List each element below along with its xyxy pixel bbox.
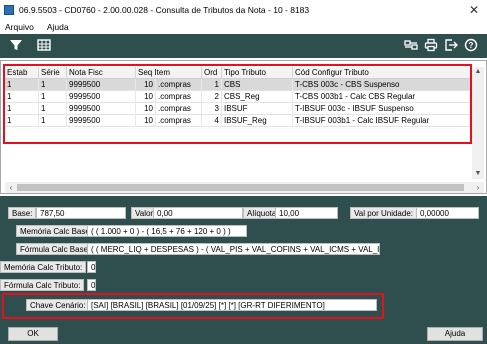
cell-ord: 1 [202,79,222,91]
col-tipo-tributo[interactable]: Tipo Tributo [222,67,293,79]
cell-serie: 1 [39,79,67,91]
cell-seq: 10 [136,115,156,127]
cell-serie: 1 [39,91,67,103]
table-icon[interactable] [36,38,52,54]
valor-unidade-field[interactable]: 0,00000 [416,207,479,219]
table-row[interactable]: 1 1 9999500 10 .compras 3 IBSUF T-IBSUF … [5,103,473,115]
cell-ord: 2 [202,91,222,103]
cell-estab: 1 [5,103,39,115]
cell-nota: 9999500 [67,115,136,127]
print-icon[interactable] [423,38,439,54]
cell-nota: 9999500 [67,103,136,115]
cell-cod: T-IBSUF 003b1 - Calc IBSUF Regular [293,115,473,127]
scroll-down-icon[interactable]: ▼ [472,169,484,179]
cell-nota: 9999500 [67,91,136,103]
cell-item: .compras [156,103,202,115]
cell-estab: 1 [5,115,39,127]
cell-serie: 1 [39,103,67,115]
menu-arquivo[interactable]: Arquivo [5,22,34,32]
aliquota-field[interactable]: 10,00 [275,207,338,219]
formula-base-field[interactable]: ( ( MERC_LIQ + DESPESAS ) - ( VAL_PIS + … [87,243,380,255]
horizontal-scrollbar[interactable]: ‹ › [5,182,484,193]
scroll-thumb[interactable] [17,184,464,191]
chave-cenario-field[interactable]: [SAI] [BRASIL] [BRASIL] [01/09/25] [*] [… [87,299,377,311]
formula-base-label: Fórmula Calc Base: [16,243,95,255]
ok-button[interactable]: OK [8,327,58,341]
cell-nota: 9999500 [67,79,136,91]
col-ord[interactable]: Ord [202,67,222,79]
cell-item: .compras [156,91,202,103]
table-row[interactable]: 1 1 9999500 10 .compras 1 CBS T-CBS 003c… [5,79,473,91]
title-bar: 06.9.5503 - CD0760 - 2.00.00.028 - Consu… [0,0,487,20]
base-label: Base: [8,207,37,219]
table-row[interactable]: 1 1 9999500 10 .compras 2 CBS_Reg T-CBS … [5,91,473,103]
cell-item: .compras [156,79,202,91]
cell-ord: 3 [202,103,222,115]
chave-cenario-label: Chave Cenário: [26,299,90,311]
cell-tipo: IBSUF [222,103,293,115]
cell-estab: 1 [5,79,39,91]
cell-item: .compras [156,115,202,127]
memoria-tributo-label: Memória Calc Tributo: [0,261,87,273]
grid-header: Estab Série Nota Fisc Seq Item Ord Tipo … [5,67,473,79]
col-serie[interactable]: Série [39,67,67,79]
table-row[interactable]: 1 1 9999500 10 .compras 4 IBSUF_Reg T-IB… [5,115,473,127]
memoria-base-field[interactable]: ( ( 1.000 + 0 ) - ( 16,5 + 76 + 120 + 0 … [87,225,247,237]
base-field[interactable]: 787,50 [36,207,126,219]
cell-seq: 10 [136,103,156,115]
exit-icon[interactable] [443,38,459,54]
scroll-up-icon[interactable]: ▲ [472,67,484,77]
tributos-grid: Estab Série Nota Fisc Seq Item Ord Tipo … [0,60,487,194]
formula-tributo-field[interactable]: 0 [87,279,96,291]
valor-field[interactable]: 0,00 [153,207,243,219]
menu-ajuda[interactable]: Ajuda [47,22,69,32]
ajuda-button[interactable]: Ajuda [427,327,483,341]
col-nota-fisc[interactable]: Nota Fisc [67,67,136,79]
cell-cod: T-IBSUF 003c - IBSUF Suspenso [293,103,473,115]
cell-ord: 4 [202,115,222,127]
settings-icon[interactable] [403,38,419,54]
cell-cod: T-CBS 003b1 - Calc CBS Regular [293,91,473,103]
cell-tipo: CBS [222,79,293,91]
col-estab[interactable]: Estab [5,67,39,79]
cell-serie: 1 [39,115,67,127]
help-icon[interactable]: ? [463,38,479,54]
memoria-tributo-field[interactable]: 0 [87,261,96,273]
valor-unidade-label: Val por Unidade: [350,207,417,219]
scroll-left-icon[interactable]: ‹ [5,182,17,193]
col-cod-configur[interactable]: Cód Configur Tributo [293,67,473,79]
close-icon[interactable]: ✕ [469,3,479,17]
menu-bar: Arquivo Ajuda [0,20,487,33]
app-icon [4,5,14,15]
cell-estab: 1 [5,91,39,103]
toolbar: ? [0,34,487,58]
filter-icon[interactable] [8,38,24,54]
vertical-scrollbar[interactable]: ▲ ▼ [472,67,484,179]
formula-tributo-label: Fórmula Calc Tributo: [0,279,85,291]
scroll-right-icon[interactable]: › [472,182,484,193]
cell-seq: 10 [136,79,156,91]
details-panel: Base: 787,50 Valor: 0,00 Alíquota: 10,00… [0,196,487,344]
cell-seq: 10 [136,91,156,103]
col-seq-item[interactable]: Seq Item [136,67,202,79]
cell-cod: T-CBS 003c - CBS Suspenso [293,79,473,91]
cell-tipo: IBSUF_Reg [222,115,293,127]
cell-tipo: CBS_Reg [222,91,293,103]
memoria-base-label: Memória Calc Base: [16,225,97,237]
window-title: 06.9.5503 - CD0760 - 2.00.00.028 - Consu… [19,5,310,15]
svg-text:?: ? [469,41,474,50]
